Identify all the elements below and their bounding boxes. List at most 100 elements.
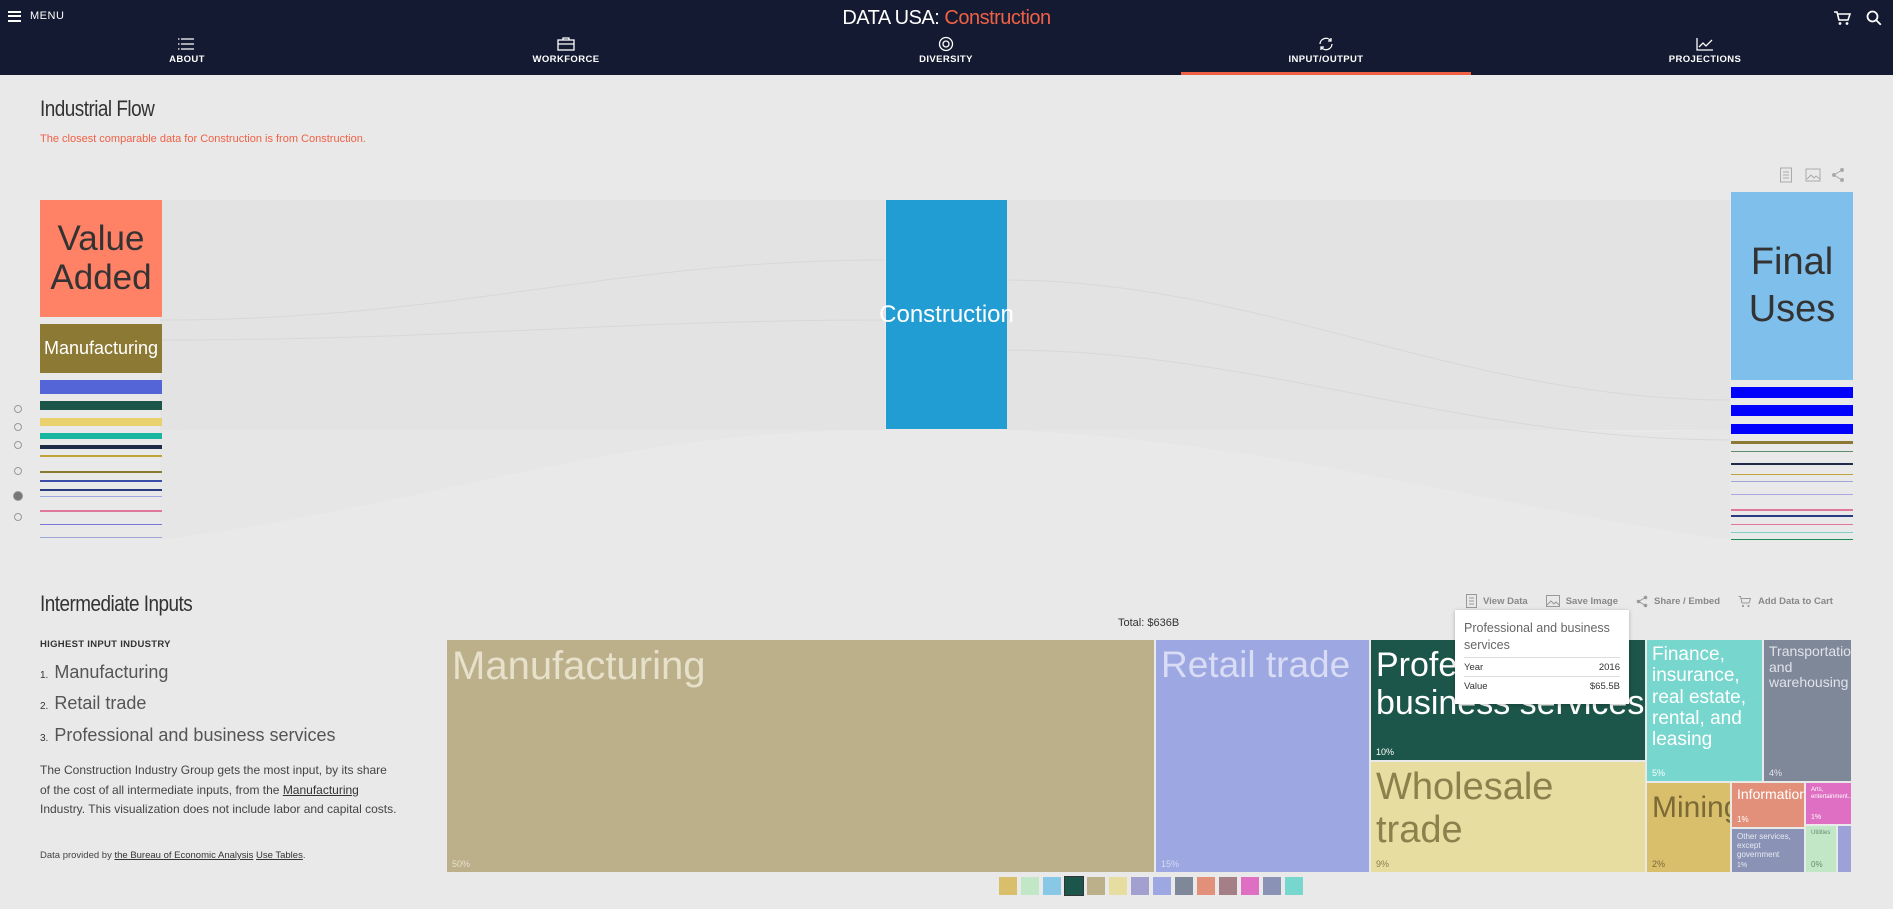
treemap-tile-mining[interactable]: Mining 2%: [1647, 783, 1730, 872]
flow-bar-right[interactable]: [1731, 451, 1853, 452]
treemap-tile-utilities[interactable]: Utilities 0%: [1806, 826, 1836, 872]
legend-swatch[interactable]: [1109, 877, 1127, 895]
treemap-toolbar: View Data Save Image Share / Embed Add D…: [1466, 594, 1851, 608]
flow-bar-left[interactable]: [40, 380, 162, 394]
treemap-tile-manufacturing[interactable]: Manufacturing 50%: [447, 640, 1154, 872]
flow-bar-right[interactable]: [1731, 494, 1853, 495]
treemap-tile-arts[interactable]: Arts, entertainment... 1%: [1806, 783, 1851, 824]
legend-swatch[interactable]: [1197, 877, 1215, 895]
treemap-tile-other-services[interactable]: Other services, except government 1%: [1732, 829, 1804, 872]
legend-swatch[interactable]: [1153, 877, 1171, 895]
legend-swatch[interactable]: [1241, 877, 1259, 895]
treemap-tile-retail-trade[interactable]: Retail trade 15%: [1156, 640, 1369, 872]
tile-label: Information: [1737, 786, 1804, 802]
legend-swatch[interactable]: [1219, 877, 1237, 895]
section-dot[interactable]: [14, 441, 22, 449]
flow-bar-left[interactable]: [40, 537, 162, 538]
node-final-uses[interactable]: Final Uses: [1731, 192, 1853, 380]
manufacturing-link[interactable]: Manufacturing: [283, 783, 359, 797]
node-manufacturing[interactable]: Manufacturing: [40, 324, 162, 373]
flow-bar-right[interactable]: [1731, 463, 1853, 465]
section-dot[interactable]: [14, 423, 22, 431]
tab-diversity[interactable]: DIVERSITY: [801, 36, 1091, 75]
share-embed-button[interactable]: Share / Embed: [1636, 594, 1720, 608]
treemap-tile-information[interactable]: Information 1%: [1732, 783, 1804, 827]
use-tables-link[interactable]: Use Tables: [256, 850, 303, 861]
rank-item-1: 1. Manufacturing: [40, 662, 169, 682]
treemap-tile-finance[interactable]: Finance, insurance, real estate, rental,…: [1647, 640, 1762, 781]
flow-bar-right[interactable]: [1731, 515, 1853, 517]
tab-input-output[interactable]: INPUT/OUTPUT: [1181, 36, 1471, 75]
treemap-tile-transportation[interactable]: Transportation and warehousing 4%: [1764, 640, 1851, 781]
tile-label: Arts, entertainment...: [1811, 787, 1851, 800]
view-data-icon[interactable]: [1779, 167, 1795, 183]
legend-swatch[interactable]: [1064, 876, 1084, 896]
flow-bar-left[interactable]: [40, 445, 162, 449]
legend-swatch[interactable]: [1285, 877, 1303, 895]
treemap-tile-wholesale-trade[interactable]: Wholesale trade 9%: [1371, 762, 1645, 872]
flow-bar-left[interactable]: [40, 524, 162, 525]
flow-bar-left[interactable]: [40, 433, 162, 439]
section-tabs: ABOUT WORKFORCE DIVERSITY INPUT/OUTPUT P…: [0, 36, 1893, 75]
flow-bar-right[interactable]: [1731, 441, 1853, 444]
tooltip-key: Year: [1464, 662, 1484, 673]
tile-label: Other services, except government: [1737, 832, 1791, 859]
add-to-cart-button[interactable]: Add Data to Cart: [1738, 594, 1833, 608]
save-image-button[interactable]: Save Image: [1545, 594, 1618, 608]
flow-bar-right[interactable]: [1731, 532, 1853, 533]
flow-bar-left[interactable]: [40, 480, 162, 482]
flow-bar-right[interactable]: [1731, 509, 1853, 511]
view-data-button[interactable]: View Data: [1466, 594, 1528, 608]
legend-swatch[interactable]: [1021, 877, 1039, 895]
flow-bar-right[interactable]: [1731, 474, 1853, 475]
section-dot[interactable]: [14, 405, 22, 413]
tab-workforce[interactable]: WORKFORCE: [421, 36, 711, 75]
rank-item-label: Manufacturing: [54, 662, 169, 682]
rank-item-label: Retail trade: [54, 693, 147, 713]
legend-swatch[interactable]: [1087, 877, 1105, 895]
tab-projections[interactable]: PROJECTIONS: [1560, 36, 1850, 75]
treemap-tooltip: Professional and business services Year 2…: [1455, 610, 1629, 704]
site-brand[interactable]: DATA USA: Construction: [0, 7, 1893, 30]
section-dot-active[interactable]: [13, 491, 23, 501]
tab-workforce-label: WORKFORCE: [532, 54, 600, 65]
flow-bar-right[interactable]: [1731, 387, 1853, 398]
save-image-icon[interactable]: [1805, 167, 1821, 183]
flow-bar-left[interactable]: [40, 489, 162, 491]
flow-bar-left[interactable]: [40, 510, 162, 512]
flow-bar-right[interactable]: [1731, 424, 1853, 434]
flow-bar-right[interactable]: [1731, 524, 1853, 525]
tooltip-row-value: Value $65.5B: [1464, 676, 1620, 692]
flow-bar-right[interactable]: [1731, 539, 1853, 540]
legend-swatch[interactable]: [999, 877, 1017, 895]
node-construction[interactable]: Construction: [879, 200, 1014, 429]
cycle-icon: [1319, 37, 1333, 51]
bea-link[interactable]: the Bureau of Economic Analysis: [114, 850, 253, 861]
legend-swatch[interactable]: [1043, 877, 1061, 895]
treemap-tile-small[interactable]: [1838, 826, 1851, 872]
tile-pct: 5%: [1652, 768, 1666, 778]
share-icon[interactable]: [1831, 167, 1847, 183]
view-data-label: View Data: [1483, 595, 1528, 607]
tooltip-value: 2016: [1598, 662, 1620, 673]
section-dot[interactable]: [14, 513, 22, 521]
flow-bar-right[interactable]: [1731, 481, 1853, 482]
legend-swatch[interactable]: [1263, 877, 1281, 895]
flow-bar-right[interactable]: [1731, 405, 1853, 416]
flow-bar-left[interactable]: [40, 455, 162, 457]
flow-bar-left[interactable]: [40, 401, 162, 410]
flow-bar-left[interactable]: [40, 418, 162, 426]
legend-swatch[interactable]: [1131, 877, 1149, 895]
tab-about[interactable]: ABOUT: [42, 36, 332, 75]
flow-bar-left[interactable]: [40, 496, 162, 497]
intermediate-inputs-heading: Intermediate Inputs: [40, 591, 193, 616]
tile-pct: 9%: [1376, 859, 1390, 869]
section-dot[interactable]: [14, 467, 22, 475]
globe-icon: [938, 36, 954, 52]
tooltip-key: Value: [1464, 681, 1488, 692]
cart-icon[interactable]: [1833, 10, 1852, 26]
flow-bar-left[interactable]: [40, 471, 162, 473]
search-icon[interactable]: [1866, 10, 1884, 26]
node-value-added[interactable]: Value Added: [40, 200, 162, 317]
legend-swatch[interactable]: [1175, 877, 1193, 895]
